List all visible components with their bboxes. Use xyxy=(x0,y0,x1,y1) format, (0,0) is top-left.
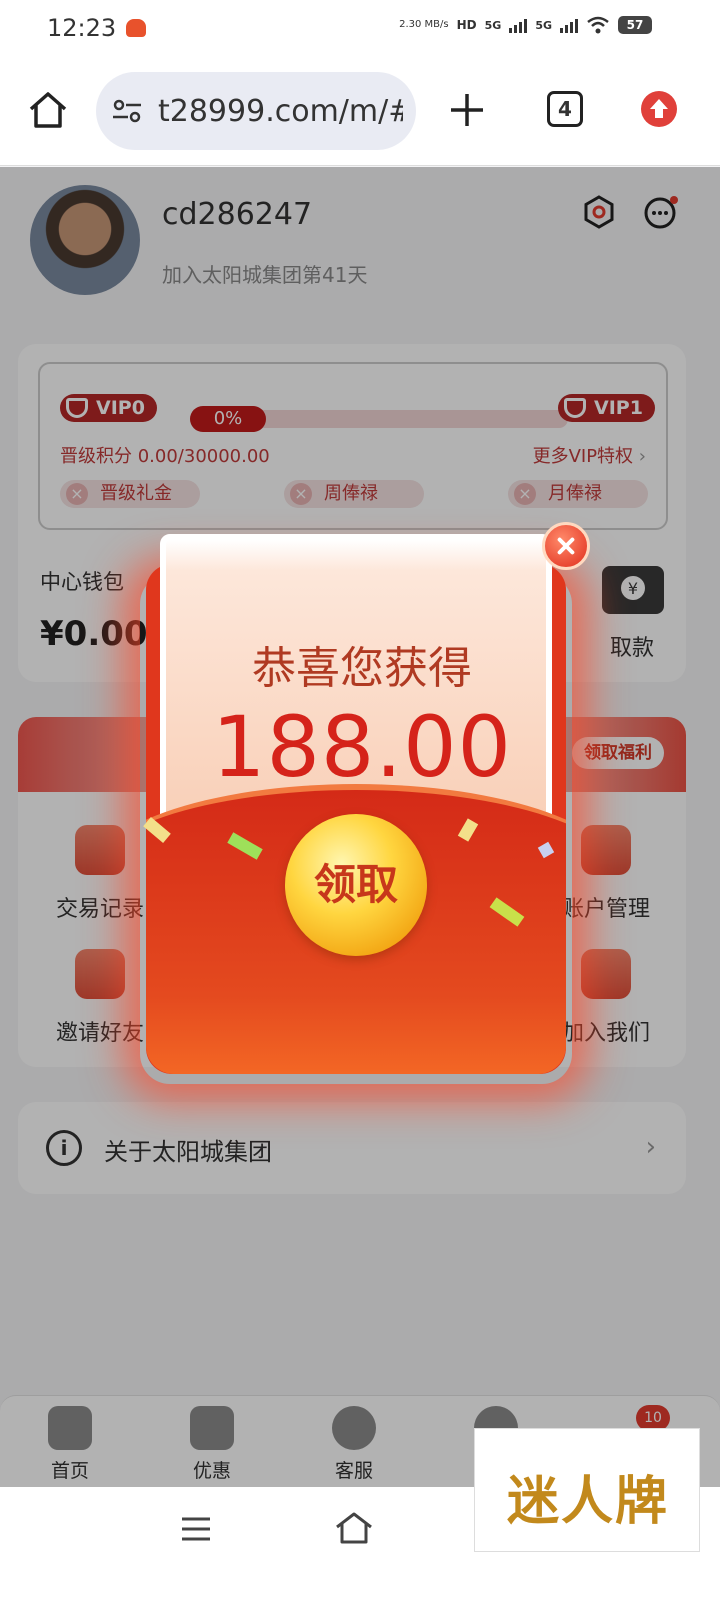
congrats-text: 恭喜您获得 xyxy=(252,643,472,694)
update-icon[interactable] xyxy=(641,91,677,127)
browser-toolbar: t28999.com/m/#/ 4 xyxy=(0,58,720,166)
status-bar: 12:23 2.30 MB/s HD 5G 5G 57 xyxy=(0,0,720,58)
reward-amount: 188.00 xyxy=(212,698,512,796)
sim2-label: 5G xyxy=(535,18,552,32)
url-text: t28999.com/m/#/ xyxy=(158,94,403,129)
site-settings-icon[interactable] xyxy=(112,98,142,124)
status-time: 12:23 xyxy=(47,14,117,42)
home-nav-icon[interactable] xyxy=(334,1511,374,1545)
net-speed: 2.30 MB/s xyxy=(399,19,449,30)
wifi-icon xyxy=(587,16,609,34)
close-icon[interactable] xyxy=(542,522,590,570)
claim-button[interactable]: 领取 xyxy=(285,814,427,956)
menu-icon[interactable] xyxy=(180,1515,212,1543)
sim1-label: 5G xyxy=(484,18,502,32)
new-tab-icon[interactable] xyxy=(447,90,487,130)
watermark-logo: 迷人牌 xyxy=(474,1428,700,1552)
red-envelope-modal: 恭喜您获得 188.00 领取 xyxy=(143,522,590,1078)
signal-icon-2 xyxy=(560,17,578,33)
status-indicators: 2.30 MB/s HD 5G 5G 57 xyxy=(399,16,652,34)
arrow-up-icon xyxy=(650,99,668,118)
hd-icon: HD xyxy=(456,18,477,32)
signal-icon xyxy=(509,17,528,33)
watermark-text: 迷人牌 xyxy=(506,1472,669,1532)
tab-switcher-button[interactable]: 4 xyxy=(547,91,583,127)
battery-icon: 57 xyxy=(618,16,652,34)
app-notification-icon xyxy=(126,19,146,37)
address-bar[interactable]: t28999.com/m/#/ xyxy=(96,72,416,150)
browser-home-icon[interactable] xyxy=(26,88,70,132)
